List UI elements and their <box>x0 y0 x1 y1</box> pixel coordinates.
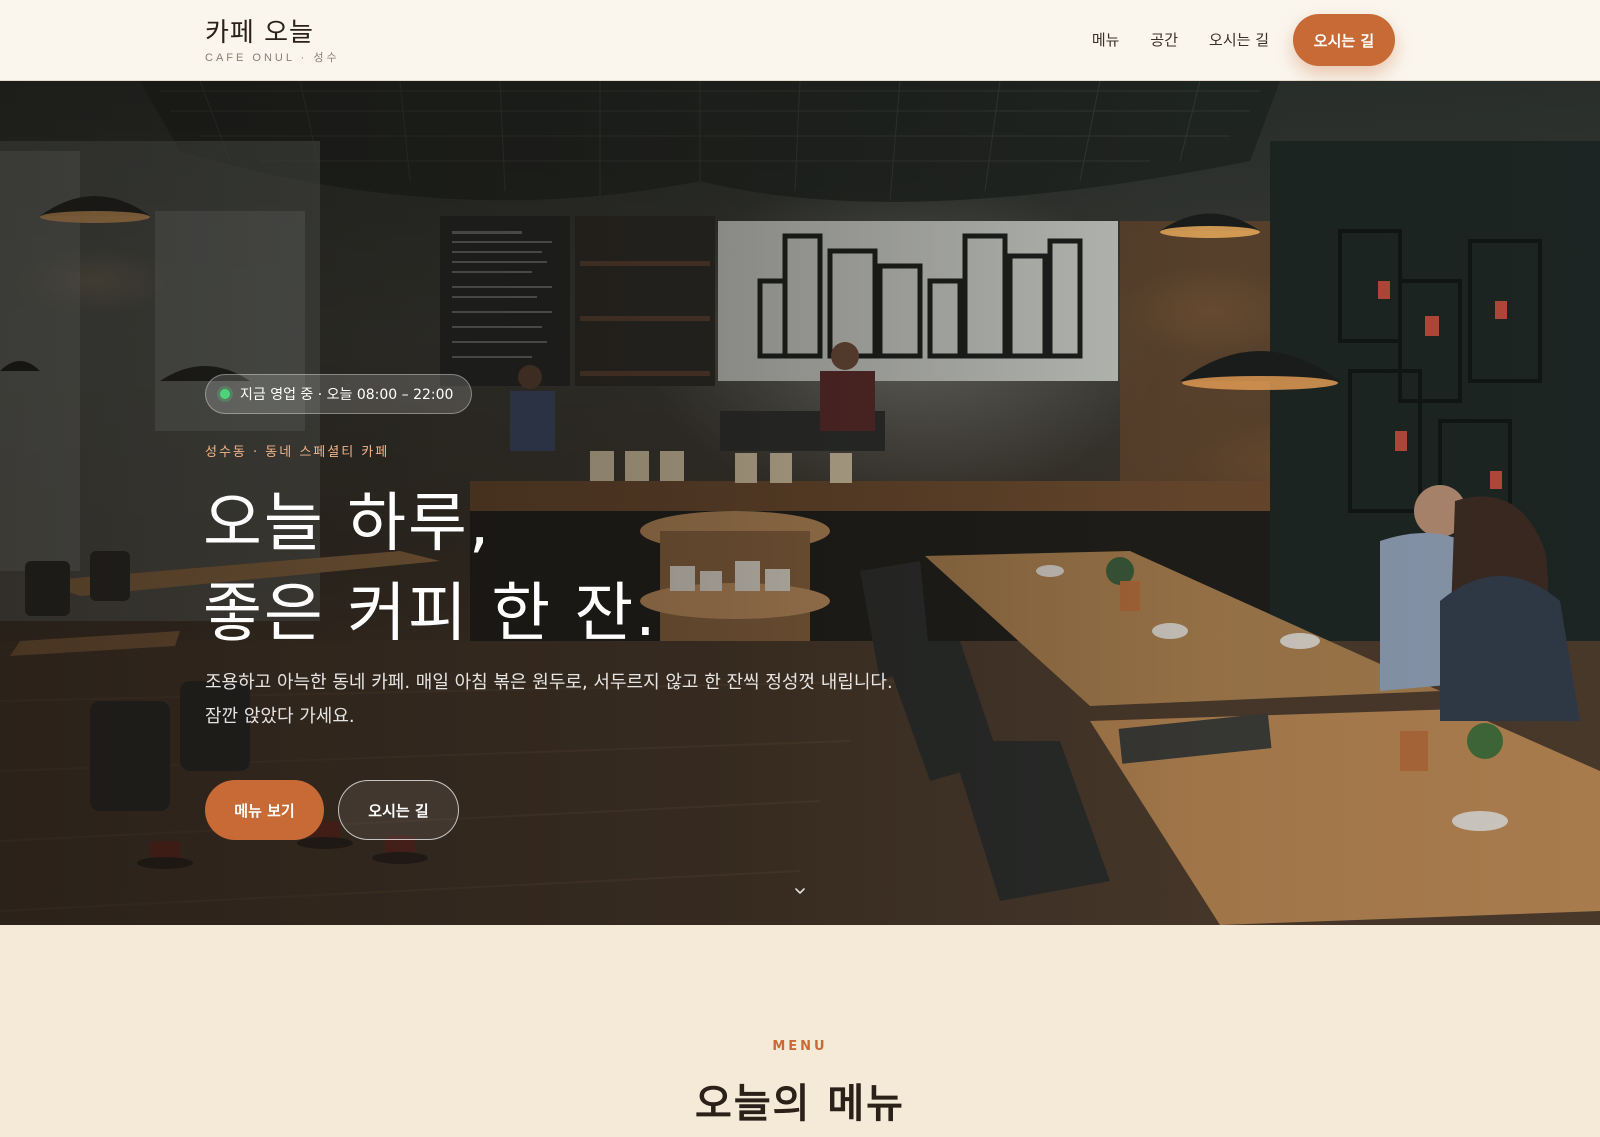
chevron-down-icon[interactable] <box>793 884 807 898</box>
open-status-dot-icon <box>220 389 230 399</box>
hero-headline: 오늘 하루, 좋은 커피 한 잔. <box>203 479 658 659</box>
logo-title: 카페 오늘 <box>205 18 314 48</box>
hero-eyebrow: 성수동 · 동네 스페셜티 카페 <box>205 445 390 460</box>
nav-link-space[interactable]: 공간 <box>1150 15 1178 65</box>
header-directions-button[interactable]: 오시는 길 <box>1293 14 1395 66</box>
menu-section-title: 오늘의 메뉴 <box>695 1080 905 1127</box>
open-status-text: 지금 영업 중 · 오늘 08:00 – 22:00 <box>240 387 454 403</box>
view-menu-button[interactable]: 메뉴 보기 <box>205 780 324 840</box>
directions-button[interactable]: 오시는 길 <box>338 780 459 840</box>
hero-section: 지금 영업 중 · 오늘 08:00 – 22:00 성수동 · 동네 스페셜티… <box>0 81 1600 925</box>
nav-link-menu[interactable]: 메뉴 <box>1092 15 1120 65</box>
hero-headline-line2: 좋은 커피 한 잔. <box>203 577 658 651</box>
hero-headline-line1: 오늘 하루, <box>203 487 492 561</box>
hero-description: 조용하고 아늑한 동네 카페. 매일 아침 볶은 원두로, 서두르지 않고 한 … <box>205 672 893 727</box>
site-header: 카페 오늘 CAFE ONUL · 성수 메뉴 공간 오시는 길 오시는 길 <box>0 0 1600 81</box>
menu-section-eyebrow: MENU <box>772 1039 828 1054</box>
main-nav: 메뉴 공간 오시는 길 오시는 길 <box>1061 14 1395 66</box>
open-status-badge: 지금 영업 중 · 오늘 08:00 – 22:00 <box>205 374 473 414</box>
nav-link-directions[interactable]: 오시는 길 <box>1209 15 1269 65</box>
logo[interactable]: 카페 오늘 CAFE ONUL · 성수 <box>205 17 340 65</box>
logo-subtitle: CAFE ONUL · 성수 <box>205 52 340 64</box>
menu-section: MENU 오늘의 메뉴 <box>0 925 1600 1137</box>
